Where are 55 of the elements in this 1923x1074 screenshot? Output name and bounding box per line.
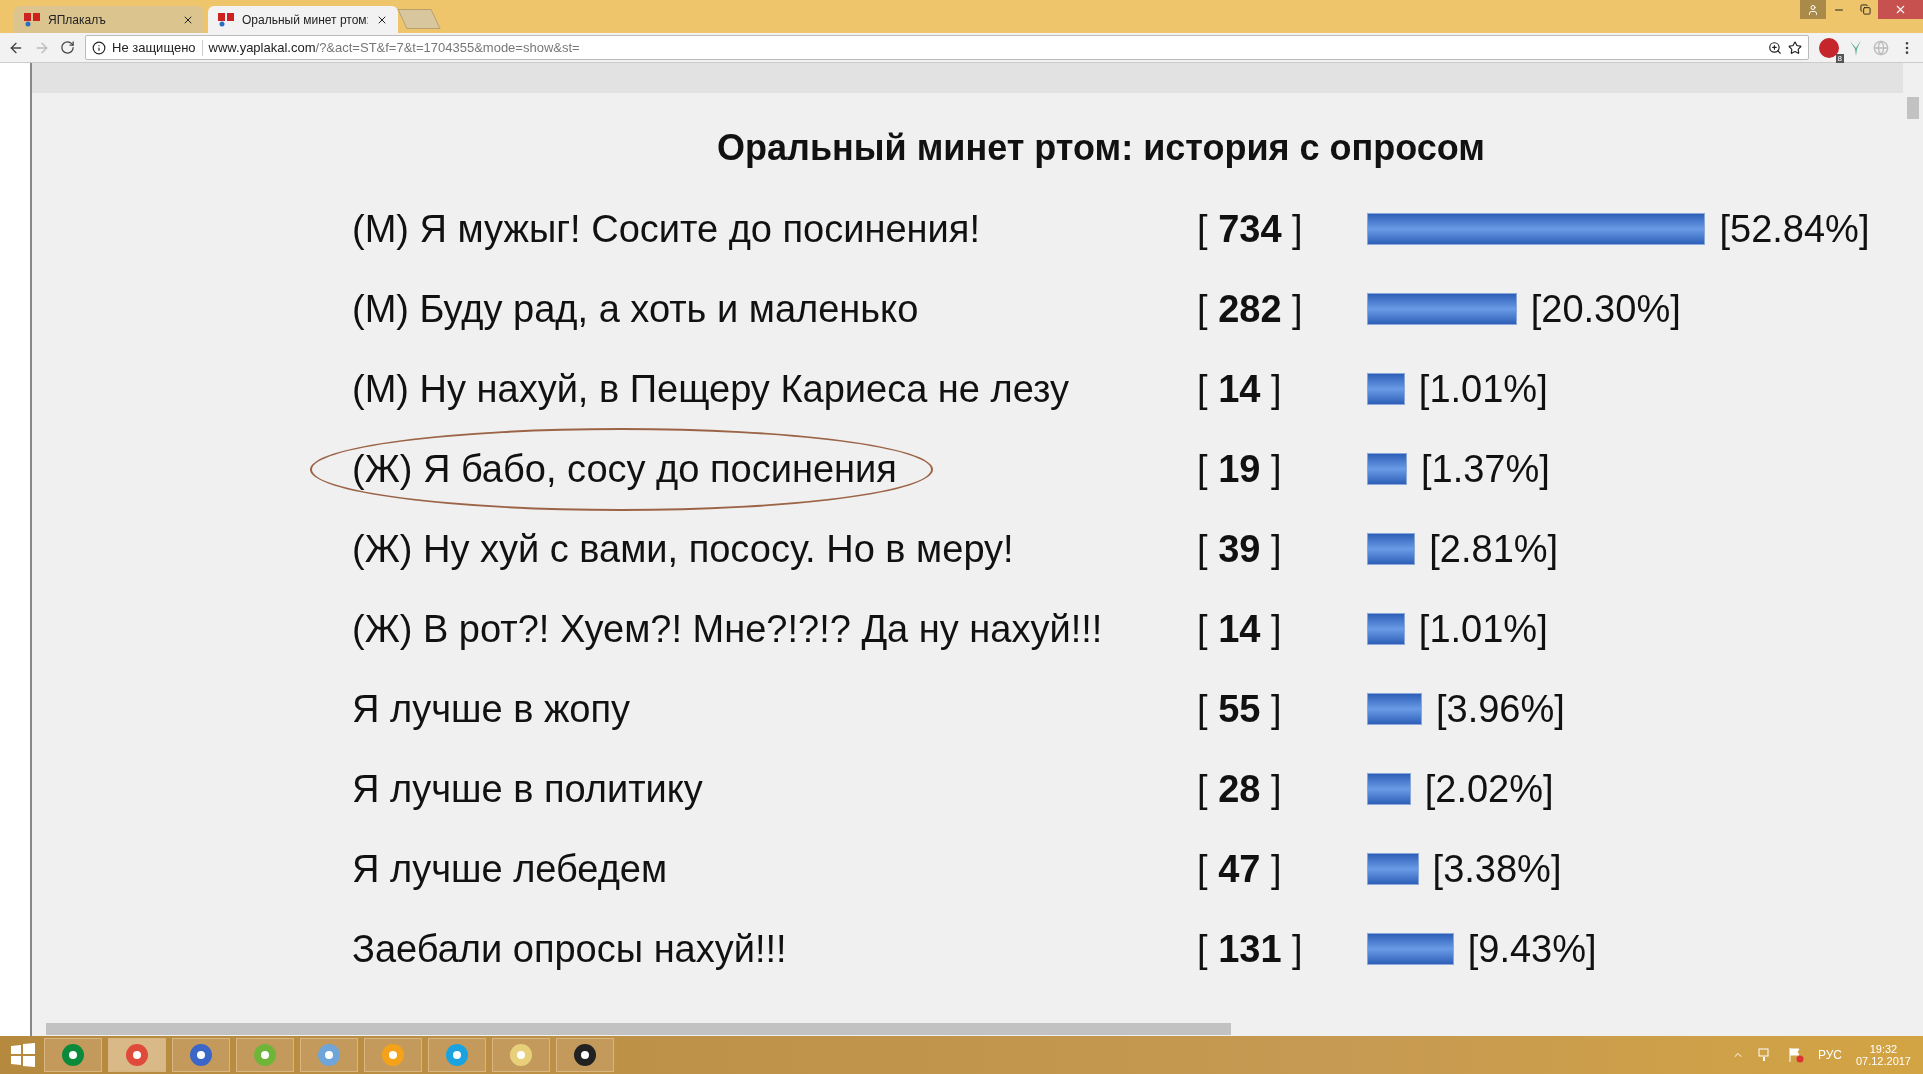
result-bar	[1367, 613, 1405, 645]
percent-text: [1.37%]	[1420, 447, 1550, 491]
security-label: Не защищено	[112, 40, 196, 55]
option-label: (Ж) Ну хуй с вами, пососу. Но в меру!	[352, 526, 1014, 572]
url-text: www.yaplakal.com/?&act=ST&f=7&t=1704355&mode=show&st=	[208, 40, 580, 55]
result-bar	[1367, 693, 1422, 725]
percent-text: [20.30%]	[1530, 287, 1681, 331]
windows-start-icon[interactable]	[8, 1040, 38, 1070]
extension-badge: 8	[1835, 53, 1844, 63]
vote-count: [ 55 ]	[1197, 687, 1283, 731]
address-field[interactable]: Не защищено www.yaplakal.com/?&act=ST&f=7&t=1704355&mode=show&st=	[85, 35, 1809, 60]
option-label: Я лучше лебедем	[352, 846, 668, 892]
result-bar	[1367, 773, 1411, 805]
percent-text: [1.01%]	[1418, 607, 1548, 651]
vote-count: [ 14 ]	[1197, 607, 1283, 651]
result-bar	[1367, 453, 1407, 485]
percent-text: [2.81%]	[1429, 527, 1559, 571]
vote-count: [ 47 ]	[1197, 847, 1283, 891]
flag-icon[interactable]	[1787, 1047, 1804, 1063]
info-icon[interactable]	[92, 40, 106, 55]
option-label: (М) Я мужыг! Сосите до посинения!	[352, 206, 980, 252]
option-label: (Ж) В рот?! Хуем?! Мне?!?!? Да ну нахуй!!!	[352, 606, 1103, 652]
poll-title: Оральный минет ртом: история с опросом	[716, 126, 1486, 170]
vote-count: [ 282 ]	[1197, 287, 1304, 331]
percent-text: [3.38%]	[1432, 847, 1562, 891]
browser-tab[interactable]: Оральный минет ртом:	[208, 6, 398, 33]
profile-icon[interactable]	[1807, 3, 1819, 16]
option-label: Я лучше в жопу	[352, 686, 631, 732]
vote-count: [ 39 ]	[1197, 527, 1283, 571]
percent-text: [3.96%]	[1435, 687, 1565, 731]
percent-text: [1.01%]	[1418, 367, 1548, 411]
restore-icon[interactable]	[1859, 4, 1871, 15]
vote-count: [ 19 ]	[1197, 447, 1283, 491]
reload-icon[interactable]	[60, 40, 75, 55]
option-label: (Ж) Я бабо, сосу до посинения	[352, 443, 897, 495]
percent-text: [9.43%]	[1467, 927, 1597, 971]
option-label: Заебали опросы нахуй!!!	[352, 926, 787, 972]
option-label: (М) Буду рад, а хоть и маленько	[352, 286, 919, 332]
vote-count: [ 14 ]	[1197, 367, 1283, 411]
star-icon[interactable]	[1788, 40, 1802, 55]
option-label: (М) Ну нахуй, в Пещеру Кариеса не лезу	[352, 366, 1069, 412]
zoom-icon[interactable]	[1768, 40, 1782, 55]
vote-count: [ 734 ]	[1197, 207, 1304, 251]
site-logo-icon	[24, 12, 40, 27]
result-bar	[1367, 373, 1405, 405]
browser-tab[interactable]: ЯПлакалъ	[14, 6, 204, 33]
new-tab-button[interactable]	[397, 9, 441, 29]
vote-count: [ 28 ]	[1197, 767, 1283, 811]
site-logo-icon	[218, 12, 234, 27]
percent-text: [52.84%]	[1719, 207, 1870, 251]
result-bar	[1367, 853, 1419, 885]
option-label: Я лучше в политику	[352, 766, 703, 812]
result-bar	[1367, 533, 1416, 565]
vote-count: [ 131 ]	[1197, 927, 1304, 971]
percent-text: [2.02%]	[1424, 767, 1554, 811]
